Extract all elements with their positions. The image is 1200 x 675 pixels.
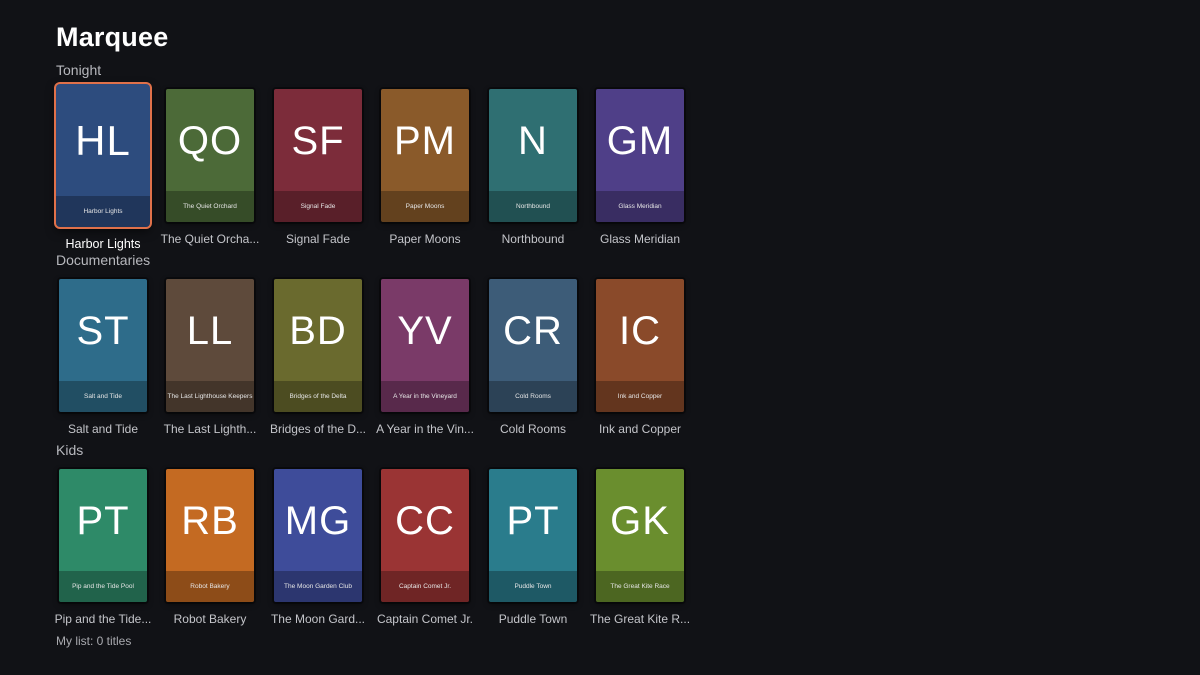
poster-title-band: Paper Moons (381, 191, 469, 222)
poster-art: BD Bridges of the Delta (274, 279, 362, 412)
poster-art: CR Cold Rooms (489, 279, 577, 412)
poster-band-title: The Quiet Orchard (183, 203, 237, 210)
poster-title-band: Northbound (489, 191, 577, 222)
poster-title-band: Puddle Town (489, 571, 577, 602)
poster-title-band: A Year in the Vineyard (381, 381, 469, 412)
poster-art: HL Harbor Lights (56, 84, 150, 227)
poster-initials: IC (619, 309, 661, 353)
poster-art: PT Puddle Town (489, 469, 577, 602)
poster-title-band: Pip and the Tide Pool (59, 571, 147, 602)
poster-art: RB Robot Bakery (166, 469, 254, 602)
poster-caption: The Moon Gard... (270, 612, 366, 626)
poster-title-band: The Great Kite Race (596, 571, 684, 602)
poster-initials: HL (75, 117, 131, 164)
poster-title-band: Salt and Tide (59, 381, 147, 412)
section-label-tonight: Tonight (56, 62, 102, 78)
poster-caption: Bridges of the D... (269, 422, 367, 436)
poster-art: YV A Year in the Vineyard (381, 279, 469, 412)
poster-initials: MG (284, 499, 352, 543)
poster-title-band: The Quiet Orchard (166, 191, 254, 222)
poster-art: GK The Great Kite Race (596, 469, 684, 602)
poster-caption: Ink and Copper (598, 422, 682, 436)
poster-title-band: The Last Lighthouse Keepers (166, 381, 254, 412)
poster-band-title: Paper Moons (405, 203, 445, 210)
poster-band-title: Northbound (516, 203, 550, 210)
poster-band-title: Salt and Tide (84, 393, 122, 400)
poster-band-title: The Last Lighthouse Keepers (167, 393, 253, 400)
poster-band-title: The Great Kite Race (610, 583, 670, 590)
poster-title-band: Bridges of the Delta (274, 381, 362, 412)
section-label-kids: Kids (56, 442, 84, 458)
poster-title-band: Robot Bakery (166, 571, 254, 602)
poster-band-title: Ink and Copper (617, 393, 663, 400)
poster-band-title: Puddle Town (514, 583, 552, 590)
poster-title-band: Harbor Lights (56, 196, 150, 227)
app-title: Marquee (56, 22, 169, 52)
poster-band-title: Glass Meridian (618, 203, 662, 210)
poster-art: IC Ink and Copper (596, 279, 684, 412)
poster-band-title: Bridges of the Delta (289, 393, 347, 400)
poster-initials: RB (181, 499, 239, 543)
poster-initials: BD (289, 309, 347, 353)
poster-art: N Northbound (489, 89, 577, 222)
poster-caption: A Year in the Vin... (376, 422, 474, 436)
poster-art: PT Pip and the Tide Pool (59, 469, 147, 602)
poster-initials: ST (76, 309, 130, 353)
poster-caption: Northbound (501, 232, 565, 246)
poster-title-band: The Moon Garden Club (274, 571, 362, 602)
poster-art: GM Glass Meridian (596, 89, 684, 222)
poster-caption: The Quiet Orcha... (160, 232, 260, 246)
poster-art: PM Paper Moons (381, 89, 469, 222)
poster-initials: YV (397, 309, 453, 353)
poster-initials: SF (291, 119, 345, 163)
poster-caption: Pip and the Tide... (54, 612, 152, 626)
poster-initials: N (518, 119, 548, 163)
poster-band-title: Signal Fade (300, 203, 336, 210)
my-list-count: My list: 0 titles (56, 634, 132, 648)
poster-initials: GK (610, 499, 670, 543)
poster-title-band: Ink and Copper (596, 381, 684, 412)
poster-title-band: Glass Meridian (596, 191, 684, 222)
poster-band-title: The Moon Garden Club (284, 583, 352, 590)
poster-caption: Salt and Tide (67, 422, 139, 436)
poster-title-band: Signal Fade (274, 191, 362, 222)
poster-initials: LL (186, 309, 234, 353)
poster-band-title: Pip and the Tide Pool (72, 583, 134, 590)
poster-band-title: Captain Comet Jr. (398, 583, 452, 590)
poster-art: LL The Last Lighthouse Keepers (166, 279, 254, 412)
poster-initials: PT (506, 499, 560, 543)
poster-art: SF Signal Fade (274, 89, 362, 222)
poster-caption: Harbor Lights (65, 237, 141, 251)
poster-initials: CC (395, 499, 455, 543)
poster-band-title: Robot Bakery (190, 583, 230, 590)
poster-initials: GM (606, 119, 674, 163)
poster-caption: Glass Meridian (599, 232, 681, 246)
poster-art: ST Salt and Tide (59, 279, 147, 412)
poster-title-band: Captain Comet Jr. (381, 571, 469, 602)
poster-art: MG The Moon Garden Club (274, 469, 362, 602)
poster-caption: Signal Fade (285, 232, 351, 246)
poster-caption: Puddle Town (498, 612, 568, 626)
poster-caption: Paper Moons (389, 232, 461, 246)
poster-caption: Robot Bakery (173, 612, 247, 626)
poster-caption: Captain Comet Jr. (376, 612, 474, 626)
poster-caption: Cold Rooms (499, 422, 567, 436)
section-label-documentaries: Documentaries (56, 252, 151, 268)
poster-art: QO The Quiet Orchard (166, 89, 254, 222)
poster-caption: The Great Kite R... (590, 612, 690, 626)
poster-initials: PT (76, 499, 130, 543)
poster-band-title: Harbor Lights (83, 208, 123, 215)
poster-band-title: Cold Rooms (515, 393, 551, 400)
poster-initials: PM (394, 119, 456, 163)
poster-initials: QO (177, 119, 243, 163)
poster-initials: CR (503, 309, 563, 353)
poster-title-band: Cold Rooms (489, 381, 577, 412)
poster-caption: The Last Lighth... (163, 422, 257, 436)
poster-band-title: A Year in the Vineyard (393, 393, 457, 400)
poster-art: CC Captain Comet Jr. (381, 469, 469, 602)
